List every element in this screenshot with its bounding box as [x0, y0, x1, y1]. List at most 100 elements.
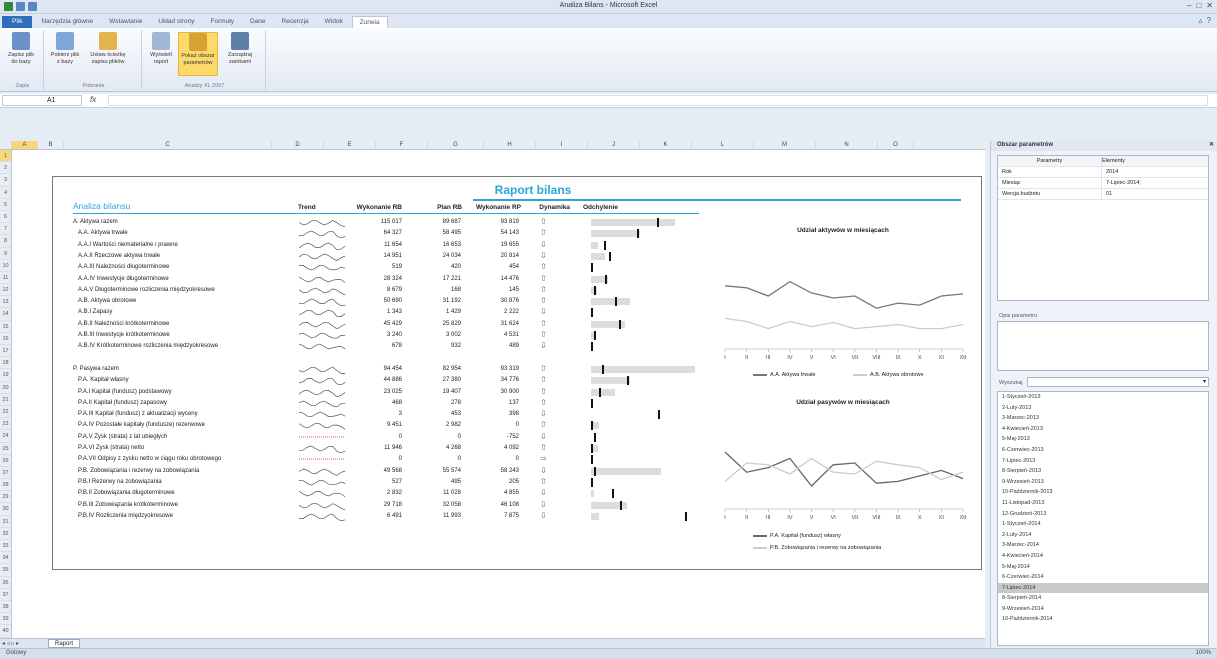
column-header[interactable]: M	[754, 141, 816, 149]
column-header[interactable]: K	[640, 141, 692, 149]
row-header[interactable]: 18	[0, 357, 11, 370]
maximize-icon[interactable]: □	[1196, 1, 1201, 10]
chevron-up-icon[interactable]: ▵	[1199, 16, 1203, 25]
column-header[interactable]: O	[878, 141, 914, 149]
row-header[interactable]: 19	[0, 369, 11, 382]
help-icon[interactable]: ?	[1207, 16, 1211, 25]
show-params-button[interactable]: Pokaż obszar parametrów	[178, 32, 218, 76]
row-header[interactable]: 37	[0, 589, 11, 601]
load-from-db-button[interactable]: Pobierz plik z bazy	[50, 32, 80, 76]
row-header[interactable]: 7	[0, 223, 11, 236]
row-header[interactable]: 22	[0, 406, 11, 419]
row-header[interactable]: 33	[0, 540, 11, 553]
sheet-tab-raport[interactable]: Raport	[48, 639, 81, 648]
row-header[interactable]: 14	[0, 308, 11, 321]
row-header[interactable]: 34	[0, 552, 11, 565]
row-header[interactable]: 1	[0, 150, 11, 163]
row-header[interactable]: 6	[0, 211, 11, 224]
list-item[interactable]: 9-Wrzesień-2013	[998, 477, 1208, 488]
row-header[interactable]: 15	[0, 321, 11, 333]
parameter-row[interactable]: Wersja budżetu 01	[998, 189, 1208, 200]
column-header[interactable]: H	[484, 141, 536, 149]
row-header[interactable]: 23	[0, 418, 11, 431]
ribbon-tab[interactable]: Recenzja	[275, 16, 316, 28]
column-header[interactable]: N	[816, 141, 878, 149]
column-header[interactable]: J	[588, 141, 640, 149]
list-item[interactable]: 10-Październik-2014	[998, 614, 1208, 625]
column-header[interactable]: C	[64, 141, 272, 149]
formula-input[interactable]	[108, 95, 1208, 106]
ribbon-tab[interactable]: Plik	[2, 16, 33, 28]
list-item[interactable]: 12-Grudzień-2013	[998, 509, 1208, 520]
list-item[interactable]: 10-Październik-2013	[998, 487, 1208, 498]
list-item[interactable]: 4-Kwiecień-2013	[998, 424, 1208, 435]
ribbon-tab[interactable]: Widok	[318, 16, 350, 28]
column-header[interactable]: D	[272, 141, 324, 149]
close-icon[interactable]: ✕	[1209, 141, 1214, 148]
row-header[interactable]: 40	[0, 625, 11, 638]
row-header[interactable]: 29	[0, 491, 11, 504]
row-header[interactable]: 35	[0, 564, 11, 577]
save-to-db-button[interactable]: Zapisz plik do bazy	[6, 32, 36, 76]
list-item[interactable]: 2-Luty-2013	[998, 403, 1208, 414]
sheet-nav-arrows[interactable]: ◂ ◃ ▹ ▸	[2, 640, 19, 647]
window-controls[interactable]: – □ ✕	[1187, 1, 1213, 10]
ribbon-tab[interactable]: Zuneia	[351, 16, 388, 28]
row-header[interactable]: 11	[0, 272, 11, 285]
row-header[interactable]: 13	[0, 296, 11, 309]
parameter-row[interactable]: Rok 2014	[998, 167, 1208, 178]
list-item[interactable]: 5-Maj-2013	[998, 434, 1208, 445]
row-header[interactable]: 20	[0, 382, 11, 394]
list-item[interactable]: 9-Wrzesień-2014	[998, 604, 1208, 615]
row-header[interactable]: 39	[0, 613, 11, 626]
row-header[interactable]: 9	[0, 248, 11, 260]
list-item[interactable]: 1-Styczeń-2013	[998, 392, 1208, 403]
row-header[interactable]: 24	[0, 430, 11, 443]
row-header[interactable]: 30	[0, 503, 11, 516]
close-icon[interactable]: ✕	[1206, 1, 1213, 10]
row-header[interactable]: 28	[0, 479, 11, 492]
list-item[interactable]: 4-Kwiecień-2014	[998, 551, 1208, 562]
row-header[interactable]: 26	[0, 455, 11, 467]
list-item[interactable]: 7-Lipiec-2014	[998, 582, 1208, 594]
row-header[interactable]: 3	[0, 174, 11, 187]
row-header[interactable]: 4	[0, 187, 11, 199]
manage-locks-button[interactable]: Zarządzaj zamkami	[222, 32, 258, 76]
row-header[interactable]: 31	[0, 516, 11, 528]
ribbon-tab[interactable]: Dane	[243, 16, 273, 28]
minimize-icon[interactable]: –	[1187, 1, 1191, 10]
row-header[interactable]: 16	[0, 333, 11, 345]
row-header[interactable]: 36	[0, 577, 11, 589]
row-header[interactable]: 10	[0, 260, 11, 272]
list-item[interactable]: 7-Lipiec-2013	[998, 456, 1208, 467]
list-item[interactable]: 11-Listopad-2013	[998, 498, 1208, 509]
list-item[interactable]: 6-Czerwiec-2014	[998, 572, 1208, 583]
column-header[interactable]: F	[376, 141, 428, 149]
row-header[interactable]: 5	[0, 199, 11, 211]
search-input[interactable]: ▾	[1027, 377, 1209, 387]
list-item[interactable]: 5-Maj-2014	[998, 562, 1208, 573]
chevron-down-icon[interactable]: ▾	[1203, 378, 1206, 385]
row-header[interactable]: 17	[0, 345, 11, 358]
row-header[interactable]: 2	[0, 162, 11, 175]
column-header[interactable]: B	[38, 141, 64, 149]
worksheet[interactable]: Raport bilans Analiza bilansu Trend Wyko…	[12, 150, 985, 638]
zoom-level[interactable]: 100%	[1196, 650, 1211, 656]
column-header[interactable]: I	[536, 141, 588, 149]
row-header[interactable]: 27	[0, 467, 11, 480]
list-item[interactable]: 8-Sierpień-2013	[998, 466, 1208, 477]
selection-list[interactable]: 1-Styczeń-2013 2-Luty-2013 3-Marzec-2013 4-…	[997, 391, 1209, 646]
column-header[interactable]: G	[428, 141, 484, 149]
column-header[interactable]: L	[692, 141, 754, 149]
column-header[interactable]: E	[324, 141, 376, 149]
show-report-button[interactable]: Wyświetl raport	[146, 32, 176, 76]
row-header[interactable]: 32	[0, 528, 11, 540]
row-header[interactable]: 12	[0, 284, 11, 297]
select-all-corner[interactable]	[0, 141, 12, 149]
row-header[interactable]: 38	[0, 601, 11, 614]
list-item[interactable]: 8-Sierpień-2014	[998, 593, 1208, 604]
parameter-row[interactable]: Miesiąc 7-Lipiec-2014;	[998, 178, 1208, 189]
row-header[interactable]: 8	[0, 235, 11, 248]
list-item[interactable]: 1-Styczeń-2014	[998, 519, 1208, 530]
fx-icon[interactable]: fx	[90, 95, 96, 104]
